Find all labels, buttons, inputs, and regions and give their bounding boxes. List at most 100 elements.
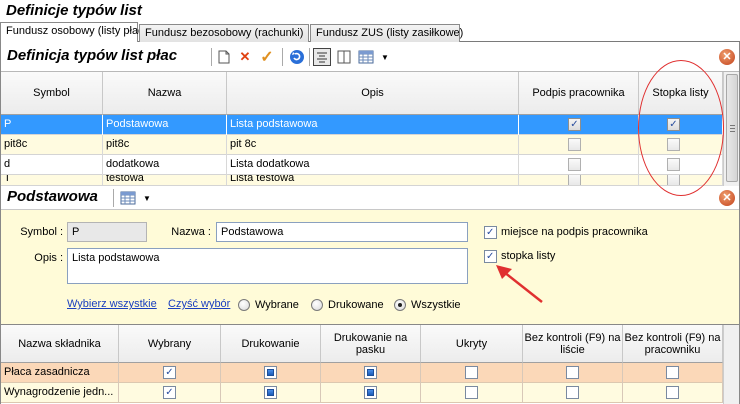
- cell-symbol: P: [1, 115, 103, 135]
- f9-lista-checkbox[interactable]: [566, 386, 579, 399]
- detail-panel-title: Podstawowa: [7, 188, 98, 205]
- clear-selection-link[interactable]: Czyść wybór: [168, 298, 230, 310]
- tab-fundusz-osobowy[interactable]: Fundusz osobowy (listy płac): [0, 22, 147, 43]
- cell-wybrany: ✓: [119, 383, 221, 403]
- drukowanie-checkbox[interactable]: [264, 366, 277, 379]
- table-row[interactable]: P Podstawowa Lista podstawowa ✓ ✓: [1, 115, 723, 135]
- delete-icon[interactable]: ✕: [236, 48, 254, 66]
- grid-options-icon[interactable]: [119, 189, 137, 207]
- stopka-checkbox[interactable]: [667, 175, 680, 185]
- cell-nazwa: testowa: [103, 175, 227, 185]
- f9-pracownik-checkbox[interactable]: [666, 386, 679, 399]
- cell-podpis: [519, 175, 639, 185]
- podpis-checkbox[interactable]: [568, 158, 581, 171]
- column-header-symbol[interactable]: Symbol: [1, 72, 103, 115]
- nazwa-field[interactable]: Podstawowa: [216, 222, 468, 242]
- column-header-opis[interactable]: Opis: [227, 72, 519, 115]
- stopka-checkbox[interactable]: [667, 158, 680, 171]
- chevron-down-icon[interactable]: ▼: [376, 48, 394, 66]
- table-row[interactable]: pit8c pit8c pit 8c: [1, 135, 723, 155]
- refresh-icon[interactable]: [288, 48, 306, 66]
- column-header-drukowanie-na-pasku[interactable]: Drukowanie na pasku: [321, 325, 421, 363]
- column-header-nazwa[interactable]: Nazwa: [103, 72, 227, 115]
- cell-bez-kontroli-lista: [523, 363, 623, 383]
- fund-tabs: Fundusz osobowy (listy płac) Fundusz bez…: [0, 22, 740, 43]
- list-panel-header: Definicja typów list płac ✕ ✓ ▼ ✕: [1, 42, 739, 72]
- stopka-checkbox[interactable]: ✓: [667, 118, 680, 131]
- column-header-ukryty[interactable]: Ukryty: [421, 325, 523, 363]
- scrollbar-thumb[interactable]: [726, 74, 738, 182]
- column-header-wybrany[interactable]: Wybrany: [119, 325, 221, 363]
- toolbar-separator: [309, 48, 310, 66]
- cell-nazwa: Podstawowa: [103, 115, 227, 135]
- symbol-field[interactable]: P: [67, 222, 147, 242]
- drukowanie-checkbox[interactable]: [264, 386, 277, 399]
- close-icon[interactable]: ✕: [719, 190, 735, 206]
- close-icon[interactable]: ✕: [719, 49, 735, 65]
- column-header-nazwa-skladnika[interactable]: Nazwa składnika: [1, 325, 119, 363]
- radio-wszystkie[interactable]: [394, 299, 406, 311]
- chevron-down-icon[interactable]: ▼: [138, 189, 156, 207]
- cell-nazwa: dodatkowa: [103, 155, 227, 175]
- podpis-checkbox[interactable]: [568, 138, 581, 151]
- table-row[interactable]: d dodatkowa Lista dodatkowa: [1, 155, 723, 175]
- column-header-stopka[interactable]: Stopka listy: [639, 72, 723, 115]
- cell-stopka: [639, 175, 723, 185]
- f9-lista-checkbox[interactable]: [566, 366, 579, 379]
- opis-label: Opis :: [34, 252, 63, 264]
- list-scrollbar[interactable]: [723, 72, 739, 186]
- components-scrollbar[interactable]: [723, 325, 739, 404]
- stopka-listy-checkbox[interactable]: ✓: [484, 250, 497, 263]
- window-title: Definicje typów list: [6, 2, 142, 19]
- cell-podpis: [519, 155, 639, 175]
- table-row[interactable]: T testowa Lista testowa: [1, 175, 723, 186]
- cell-nazwa-skladnika: Wynagrodzenie jedn...: [1, 383, 119, 403]
- cell-opis: Lista podstawowa: [227, 115, 519, 135]
- list-types-grid: Symbol Nazwa Opis Podpis pracownika Stop…: [1, 72, 723, 186]
- column-header-drukowanie[interactable]: Drukowanie: [221, 325, 321, 363]
- pasek-checkbox[interactable]: [364, 366, 377, 379]
- ukryty-checkbox[interactable]: [465, 366, 478, 379]
- stopka-listy-label: stopka listy: [501, 250, 556, 262]
- pasek-checkbox[interactable]: [364, 386, 377, 399]
- podpis-pracownika-checkbox[interactable]: ✓: [484, 226, 497, 239]
- tab-fundusz-zus[interactable]: Fundusz ZUS (listy zasiłkowe): [310, 24, 463, 42]
- column-header-podpis[interactable]: Podpis pracownika: [519, 72, 639, 115]
- radio-wybrane[interactable]: [238, 299, 250, 311]
- podpis-pracownika-label: miejsce na podpis pracownika: [501, 226, 648, 238]
- cell-opis: pit 8c: [227, 135, 519, 155]
- tab-fundusz-bezosobowy[interactable]: Fundusz bezosobowy (rachunki): [139, 24, 309, 42]
- cell-opis: Lista dodatkowa: [227, 155, 519, 175]
- table-row[interactable]: Płaca zasadnicza ✓: [1, 363, 723, 383]
- opis-field[interactable]: Lista podstawowa: [67, 248, 468, 284]
- radio-wszystkie-label: Wszystkie: [411, 299, 461, 311]
- new-document-icon[interactable]: [215, 48, 233, 66]
- column-header-bez-kontroli-pracownik[interactable]: Bez kontroli (F9) na pracowniku: [623, 325, 723, 363]
- columns-icon[interactable]: [335, 48, 353, 66]
- grip-line: [730, 125, 735, 126]
- cell-stopka: ✓: [639, 115, 723, 135]
- wybrany-checkbox[interactable]: ✓: [163, 366, 176, 379]
- cell-podpis: [519, 135, 639, 155]
- podpis-checkbox[interactable]: [568, 175, 581, 185]
- select-all-link[interactable]: Wybierz wszystkie: [67, 298, 157, 310]
- radio-wybrane-label: Wybrane: [255, 299, 299, 311]
- column-header-bez-kontroli-lista[interactable]: Bez kontroli (F9) na liście: [523, 325, 623, 363]
- confirm-icon[interactable]: ✓: [258, 48, 276, 66]
- cell-wybrany: ✓: [119, 363, 221, 383]
- podpis-checkbox[interactable]: ✓: [568, 118, 581, 131]
- cell-opis: Lista testowa: [227, 175, 519, 185]
- cell-nazwa-skladnika: Płaca zasadnicza: [1, 363, 119, 383]
- f9-pracownik-checkbox[interactable]: [666, 366, 679, 379]
- cell-ukryty: [421, 383, 523, 403]
- wybrany-checkbox[interactable]: ✓: [163, 386, 176, 399]
- stopka-checkbox[interactable]: [667, 138, 680, 151]
- filter-icon[interactable]: [313, 48, 331, 66]
- radio-drukowane[interactable]: [311, 299, 323, 311]
- table-row[interactable]: Wynagrodzenie jedn... ✓: [1, 383, 723, 403]
- radio-selected-dot: [398, 303, 402, 307]
- ukryty-checkbox[interactable]: [465, 386, 478, 399]
- cell-drukowanie: [221, 383, 321, 403]
- grid-options-icon[interactable]: [357, 48, 375, 66]
- cell-symbol: d: [1, 155, 103, 175]
